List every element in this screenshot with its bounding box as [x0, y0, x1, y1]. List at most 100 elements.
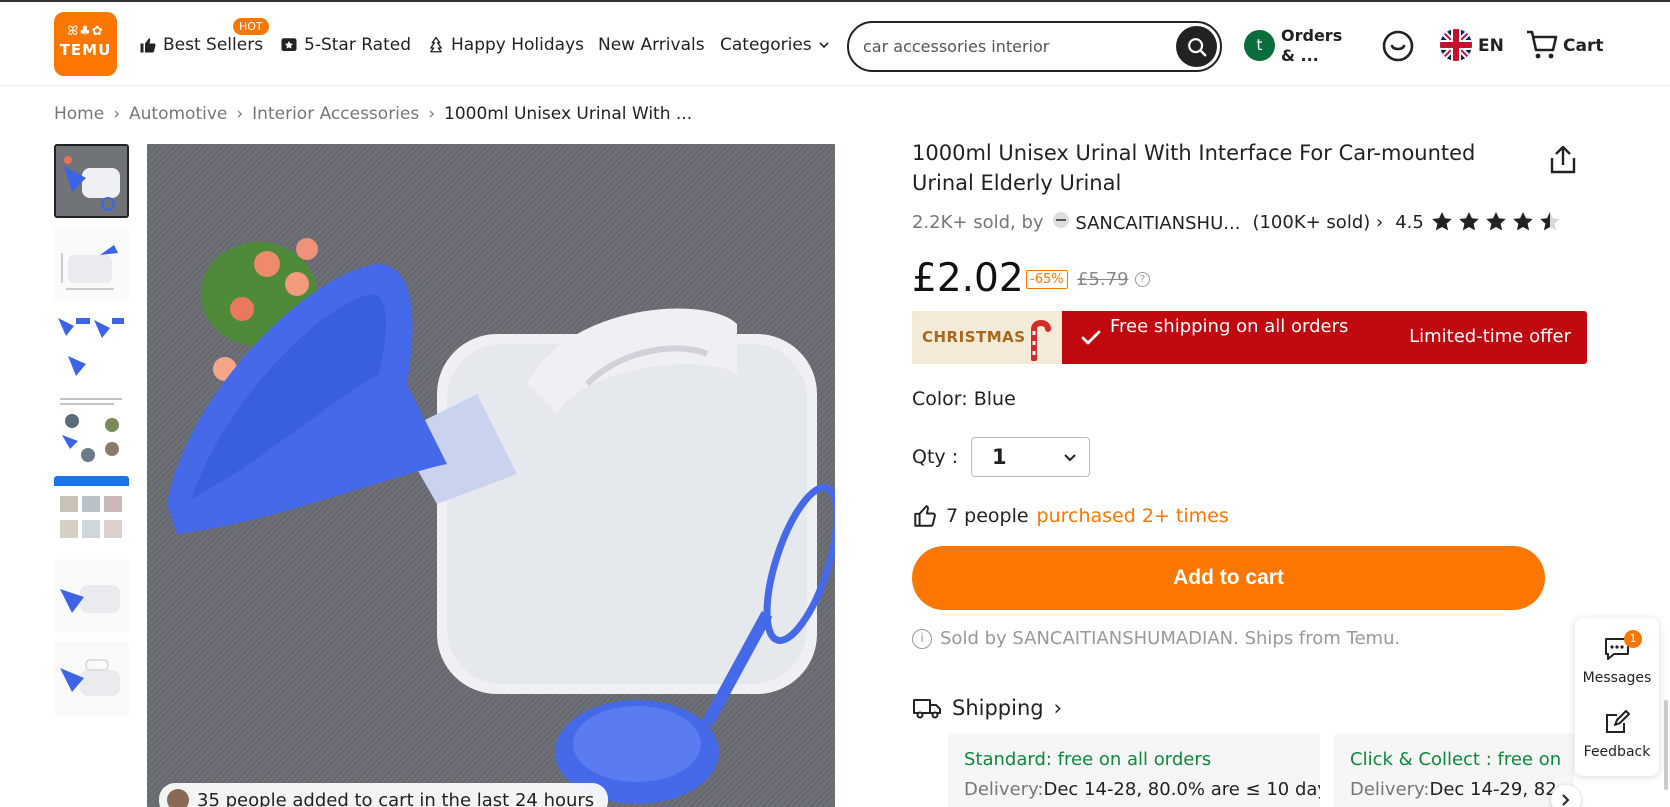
messages-count-badge: 1 [1624, 630, 1642, 648]
shipping-delivery-line: Delivery:Dec 14-29, 82 [1350, 779, 1557, 800]
logo-word: TEMU [59, 41, 112, 59]
shipping-next-button[interactable] [1551, 785, 1581, 807]
thumbs-up-icon [914, 505, 936, 527]
candy-cane-icon [1031, 320, 1051, 361]
language-selector[interactable]: EN [1478, 36, 1504, 56]
store-icon [1052, 211, 1069, 228]
product-thumbnail[interactable] [54, 144, 129, 218]
orders-line2: & ... [1281, 46, 1319, 65]
search-bar [847, 21, 1222, 72]
chevron-right-icon: › [1376, 211, 1384, 233]
nav-5-star-rated-label: 5-Star Rated [304, 35, 411, 55]
cart-label[interactable]: Cart [1563, 36, 1603, 56]
main-product-image[interactable]: 35 people added to cart in the last 24 h… [147, 144, 835, 807]
limited-time-offer: Limited-time offer [1409, 326, 1571, 347]
product-thumbnail[interactable] [54, 393, 129, 467]
seller-link[interactable]: SANCAITIANSHU... [1052, 211, 1241, 234]
original-price: £5.79 [1077, 269, 1129, 290]
delivery-value: Dec 14-28, 80.0% are ≤ 10 days [1043, 779, 1320, 800]
search-icon [1187, 37, 1206, 56]
delivery-value: Dec 14-29, 82 [1429, 779, 1557, 800]
sold-count: 2.2K+ sold, by [912, 211, 1044, 233]
rating-value: 4.5 [1395, 211, 1424, 233]
star-icon [1540, 212, 1560, 231]
hot-badge: HOT [233, 18, 269, 35]
shopper-avatar [167, 789, 189, 807]
sold-by-text: Sold by SANCAITIANSHUMADIAN. Ships from … [940, 628, 1401, 649]
qty-label: Qty : [912, 446, 959, 468]
sold-by-note: i Sold by SANCAITIANSHUMADIAN. Ships fro… [912, 628, 1400, 649]
logo-glyphs: ꕤ♣✿ [67, 24, 104, 39]
shipping-option-title: Standard: free on all orders [964, 749, 1212, 770]
messages-button[interactable]: 1 Messages [1575, 630, 1659, 686]
breadcrumb-separator: › [113, 104, 121, 124]
uk-flag-icon[interactable] [1440, 29, 1472, 61]
delivery-key: Delivery: [1350, 779, 1430, 800]
feedback-label: Feedback [1583, 744, 1651, 760]
nav-happy-holidays[interactable]: Happy Holidays [427, 35, 584, 55]
seller-sold-text: (100K+ sold) [1252, 211, 1371, 233]
nav-new-arrivals[interactable]: New Arrivals [598, 35, 705, 55]
breadcrumb-current-product: 1000ml Unisex Urinal With ... [444, 104, 693, 124]
breadcrumb-separator: › [428, 104, 436, 124]
orders-line1: Orders [1281, 26, 1343, 45]
christmas-badge-text: CHRISTMAS [922, 328, 1026, 346]
star-icon [1432, 212, 1452, 231]
christmas-badge: CHRISTMAS [912, 311, 1062, 364]
support-chat-icon [1382, 30, 1414, 62]
christmas-promo-banner[interactable]: CHRISTMAS Free shipping on all orders Li… [912, 311, 1587, 364]
search-button[interactable] [1176, 26, 1217, 67]
seller-name: SANCAITIANSHU... [1075, 212, 1241, 234]
add-to-cart-button[interactable]: Add to cart [912, 546, 1545, 610]
feedback-button[interactable]: Feedback [1575, 710, 1659, 760]
product-thumbnail[interactable] [54, 310, 129, 384]
product-title: 1000ml Unisex Urinal With Interface For … [912, 141, 1476, 195]
product-thumbnail[interactable] [54, 476, 129, 550]
rating-stars[interactable] [1430, 210, 1562, 234]
shipping-option-card[interactable]: Click & Collect : free on Delivery:Dec 1… [1334, 733, 1574, 807]
nav-5-star-rated[interactable]: 5-Star Rated [280, 35, 411, 55]
price-help-icon[interactable]: ? [1135, 272, 1150, 287]
product-thumbnail[interactable] [54, 642, 129, 716]
site-header: ꕤ♣✿ TEMU Best Sellers HOT 5-Star Rated H… [0, 2, 1670, 86]
social-proof-text: 35 people added to cart in the last 24 h… [197, 789, 595, 807]
check-icon [1081, 330, 1101, 345]
thumbnail-list [54, 144, 129, 725]
tree-icon [430, 36, 442, 53]
search-input[interactable] [863, 34, 1163, 58]
color-selection: Color: Blue [912, 388, 1016, 410]
breadcrumb-interior-accessories[interactable]: Interior Accessories [252, 104, 419, 124]
nav-best-sellers[interactable]: Best Sellers [139, 35, 263, 55]
product-thumbnail[interactable] [54, 559, 129, 633]
floating-side-panel: 1 Messages Feedback [1575, 618, 1659, 776]
chevron-down-icon [819, 42, 829, 49]
current-price: £2.02 [912, 256, 1024, 301]
purchased-count: 7 people [946, 505, 1029, 527]
feedback-icon [1606, 710, 1630, 733]
support-chat-button[interactable] [1381, 29, 1415, 67]
shipping-option-card[interactable]: Standard: free on all orders Delivery:De… [948, 733, 1320, 807]
temu-logo[interactable]: ꕤ♣✿ TEMU [54, 12, 117, 76]
product-thumbnail[interactable] [54, 227, 129, 301]
breadcrumb-automotive[interactable]: Automotive [129, 104, 227, 124]
share-button[interactable] [1548, 144, 1578, 180]
quantity-select[interactable]: 1 [971, 437, 1090, 477]
quantity-value: 1 [992, 445, 1007, 469]
nav-categories[interactable]: Categories [720, 35, 830, 55]
free-shipping-text: Free shipping on all orders [1110, 316, 1349, 337]
truck-icon [913, 699, 941, 719]
chevron-right-icon [1562, 794, 1570, 806]
account-avatar[interactable]: t [1244, 30, 1275, 61]
shipping-section-link[interactable]: Shipping › [912, 696, 1062, 720]
breadcrumb-home[interactable]: Home [54, 104, 104, 124]
orders-account-link[interactable]: Orders & ... [1281, 26, 1342, 66]
shipping-header-label: Shipping [952, 696, 1044, 720]
repeat-purchase-note: 7 people purchased 2+ times [912, 503, 1229, 529]
cart-button[interactable] [1525, 29, 1559, 65]
thumbs-up-icon [140, 38, 156, 53]
product-meta-row: 2.2K+ sold, by SANCAITIANSHU... (100K+ s… [912, 210, 1562, 234]
delivery-key: Delivery: [964, 779, 1044, 800]
nav-happy-holidays-label: Happy Holidays [451, 35, 585, 55]
page-scrollbar[interactable] [1664, 700, 1668, 790]
seller-sold-count[interactable]: (100K+ sold) › [1252, 212, 1383, 233]
